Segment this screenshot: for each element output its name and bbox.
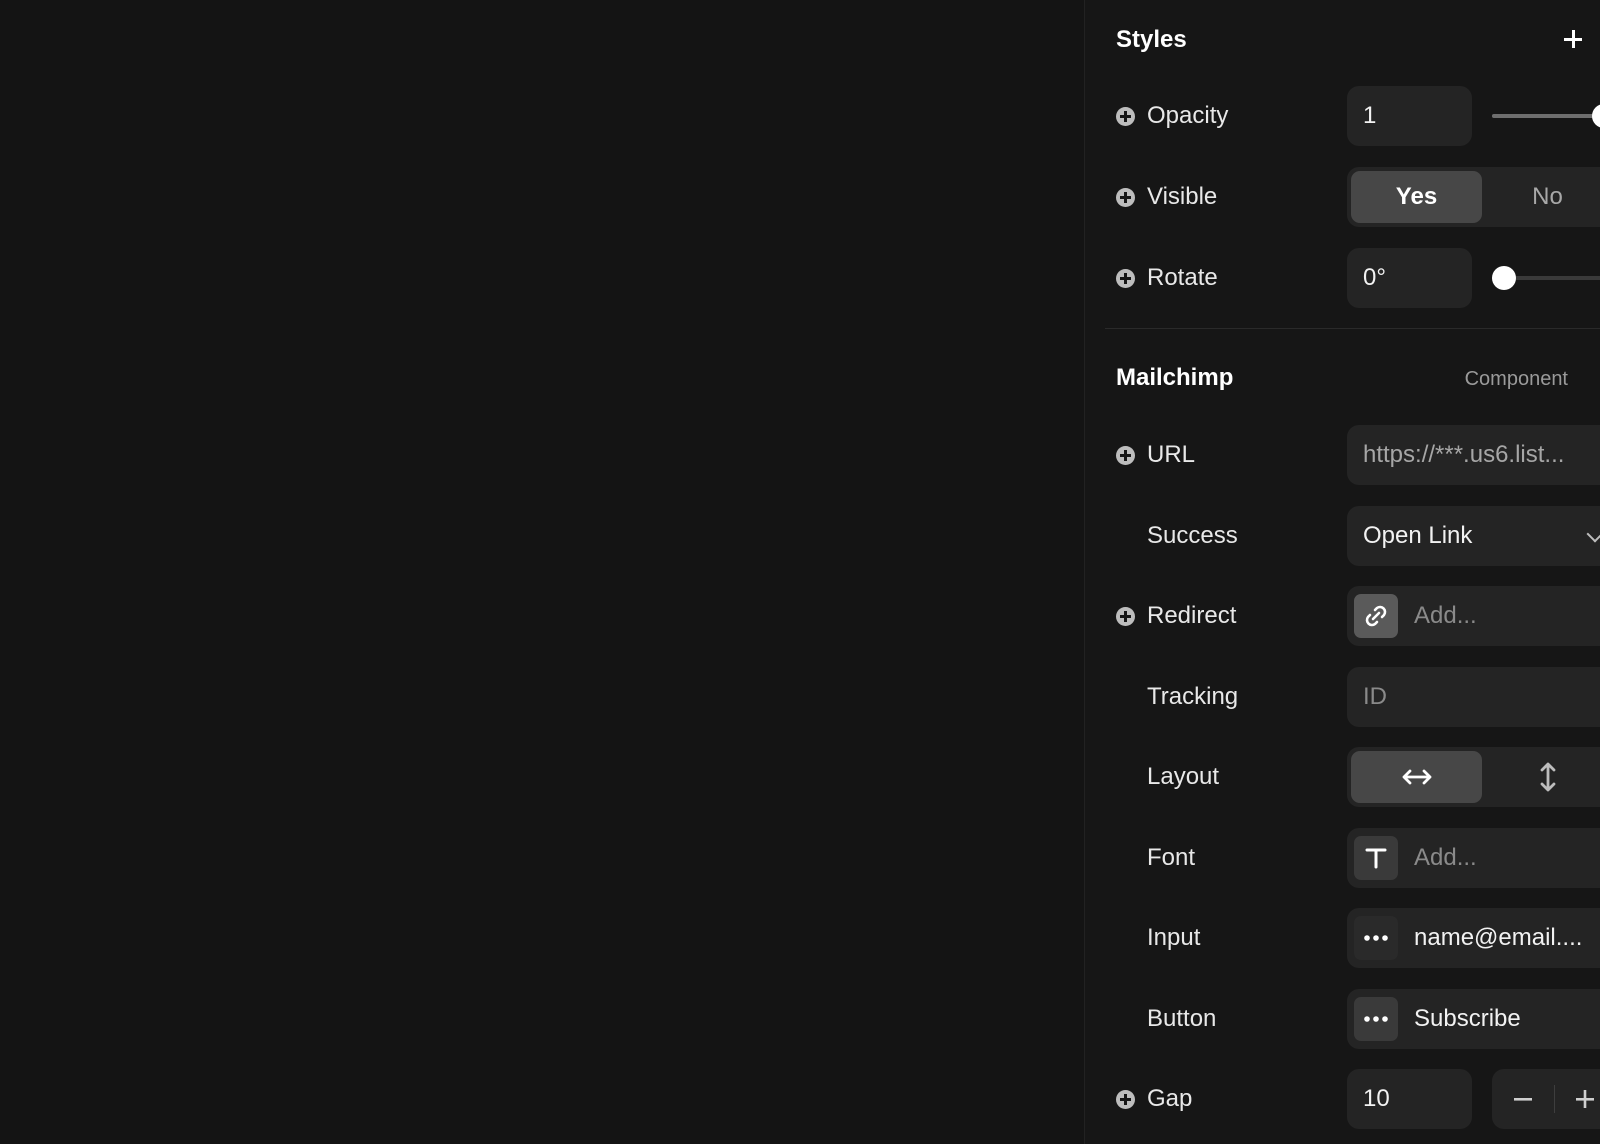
link-icon xyxy=(1354,594,1398,638)
layout-vertical-option[interactable] xyxy=(1482,751,1600,803)
component-tag: Component xyxy=(1464,368,1568,390)
rotate-slider[interactable] xyxy=(1492,248,1600,308)
plus-circle-icon[interactable] xyxy=(1116,446,1135,465)
gap-increment-button[interactable] xyxy=(1555,1069,1600,1129)
arrows-horizontal-icon xyxy=(1402,769,1431,785)
font-label: Font xyxy=(1147,844,1196,871)
visible-label: Visible xyxy=(1147,183,1218,210)
minus-icon xyxy=(1513,1098,1532,1101)
url-label: URL xyxy=(1147,441,1196,468)
gap-input[interactable]: 10 xyxy=(1347,1069,1472,1129)
more-dots-icon xyxy=(1354,997,1398,1041)
tracking-input[interactable]: ID xyxy=(1347,667,1600,727)
plus-circle-icon[interactable] xyxy=(1116,188,1135,207)
plus-circle-icon[interactable] xyxy=(1116,107,1135,126)
input-label: Input xyxy=(1147,924,1201,951)
gap-label: Gap xyxy=(1147,1085,1193,1112)
arrows-vertical-icon xyxy=(1540,762,1555,792)
more-dots-icon xyxy=(1354,916,1398,960)
button-label: Button xyxy=(1147,1005,1217,1032)
opacity-row: Opacity 1 xyxy=(1116,86,1600,146)
chevron-down-icon xyxy=(1586,525,1600,543)
rotate-slider-thumb[interactable] xyxy=(1492,266,1517,290)
success-select[interactable]: Open Link xyxy=(1347,506,1600,566)
properties-panel: Styles Opacity 1 Visible Yes No Rotate 0… xyxy=(1084,0,1600,1144)
font-placeholder: Add... xyxy=(1414,844,1477,871)
opacity-slider-thumb[interactable] xyxy=(1591,104,1600,128)
input-style-field[interactable]: name@email.... xyxy=(1347,908,1600,968)
redirect-input[interactable]: Add... xyxy=(1347,586,1600,646)
redirect-placeholder: Add... xyxy=(1414,602,1477,629)
opacity-slider[interactable] xyxy=(1492,86,1600,146)
gap-decrement-button[interactable] xyxy=(1492,1069,1554,1129)
canvas-area[interactable] xyxy=(0,0,1084,1144)
redirect-label: Redirect xyxy=(1147,602,1237,629)
rotate-label: Rotate xyxy=(1147,264,1218,291)
visible-row: Visible Yes No xyxy=(1116,167,1600,227)
layout-horizontal-option[interactable] xyxy=(1351,751,1482,803)
rotate-row: Rotate 0° xyxy=(1116,248,1600,308)
gap-stepper xyxy=(1492,1069,1600,1129)
opacity-slider-fill xyxy=(1492,114,1600,118)
tracking-row: Tracking ID xyxy=(1116,667,1600,727)
tracking-label: Tracking xyxy=(1147,683,1239,710)
plus-circle-icon[interactable] xyxy=(1116,607,1135,626)
visible-yes-option[interactable]: Yes xyxy=(1351,171,1482,223)
visible-no-option[interactable]: No xyxy=(1482,171,1600,223)
url-row: URL https://***.us6.list... xyxy=(1116,425,1600,485)
styles-section-title: Styles xyxy=(1116,26,1187,53)
plus-icon xyxy=(1564,30,1582,48)
text-icon xyxy=(1354,836,1398,880)
input-style-value: name@email.... xyxy=(1414,924,1583,951)
opacity-label: Opacity xyxy=(1147,102,1229,129)
add-style-button[interactable] xyxy=(1558,24,1588,54)
plus-icon xyxy=(1576,1090,1595,1108)
success-row: Success Open Link xyxy=(1116,506,1600,566)
font-input[interactable]: Add... xyxy=(1347,828,1600,888)
url-input[interactable]: https://***.us6.list... xyxy=(1347,425,1600,485)
success-select-value: Open Link xyxy=(1363,522,1473,549)
visible-toggle: Yes No xyxy=(1347,167,1600,227)
gap-row: Gap 10 xyxy=(1116,1069,1600,1129)
plus-circle-icon[interactable] xyxy=(1116,269,1135,288)
section-divider xyxy=(1105,328,1600,329)
layout-row: Layout xyxy=(1116,747,1600,807)
layout-label: Layout xyxy=(1147,763,1220,790)
button-row: Button Subscribe xyxy=(1116,989,1600,1049)
success-label: Success xyxy=(1147,522,1238,549)
font-row: Font Add... xyxy=(1116,828,1600,888)
layout-toggle xyxy=(1347,747,1600,807)
plus-circle-icon[interactable] xyxy=(1116,1090,1135,1109)
mailchimp-section-title: Mailchimp xyxy=(1116,364,1234,391)
button-style-value: Subscribe xyxy=(1414,1005,1521,1032)
redirect-row: Redirect Add... xyxy=(1116,586,1600,646)
input-row: Input name@email.... xyxy=(1116,908,1600,968)
button-style-field[interactable]: Subscribe xyxy=(1347,989,1600,1049)
rotate-input[interactable]: 0° xyxy=(1347,248,1472,308)
opacity-input[interactable]: 1 xyxy=(1347,86,1472,146)
